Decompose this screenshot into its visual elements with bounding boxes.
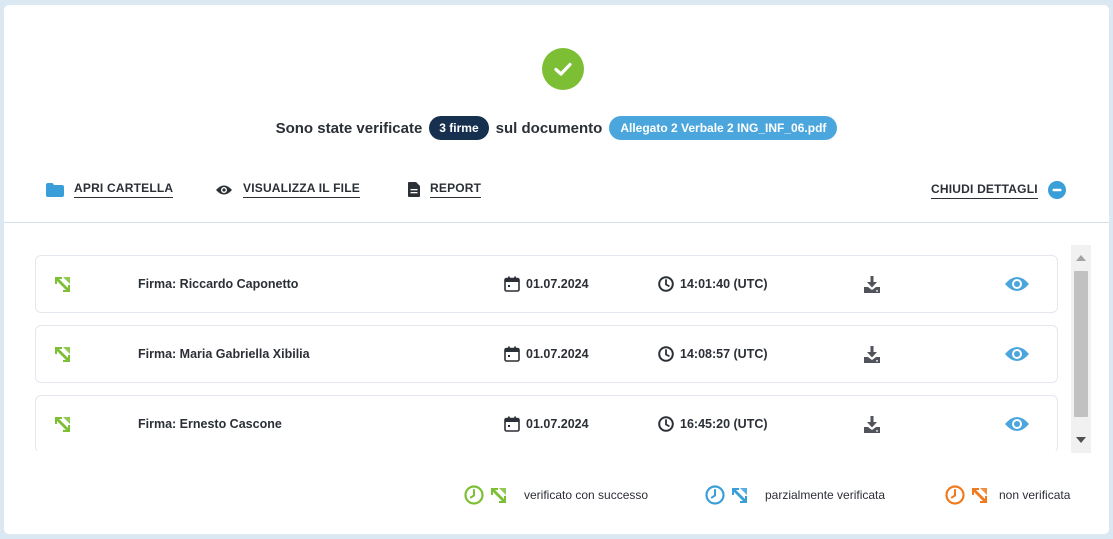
signature-partial-icon — [732, 488, 747, 503]
toolbar: APRI CARTELLA VISUALIZZA IL FILE REPORT … — [4, 177, 1109, 207]
scroll-down-arrow-icon[interactable] — [1076, 437, 1086, 443]
calendar-icon — [504, 346, 520, 362]
signature-label: Firma: Ernesto Cascone — [138, 417, 282, 431]
close-details-label: CHIUDI DETTAGLI — [931, 182, 1038, 199]
view-signature-button[interactable] — [1004, 256, 1030, 312]
report-label: REPORT — [430, 181, 482, 198]
scrollbar-thumb[interactable] — [1074, 271, 1088, 417]
legend-partial-label: parzialmente verificata — [765, 488, 886, 502]
signatures-count-badge: 3 firme — [429, 116, 489, 140]
eye-icon — [1005, 417, 1029, 431]
signature-row: Firma: Riccardo Caponetto 01.07.2024 14:… — [35, 255, 1058, 313]
calendar-icon — [504, 276, 520, 292]
download-icon — [864, 275, 880, 293]
close-details-button[interactable]: CHIUDI DETTAGLI — [931, 181, 1066, 199]
clock-partial-icon — [705, 485, 725, 505]
calendar-icon — [504, 416, 520, 432]
signature-failed-icon — [972, 488, 987, 503]
signature-time: 14:08:57 (UTC) — [658, 326, 768, 382]
date-text: 01.07.2024 — [526, 277, 589, 291]
eye-icon — [1005, 277, 1029, 291]
signature-label: Firma: Riccardo Caponetto — [138, 277, 299, 291]
legend-success-label: verificato con successo — [524, 488, 649, 502]
download-button[interactable] — [864, 326, 880, 382]
signature-row: Firma: Maria Gabriella Xibilia 01.07.202… — [35, 325, 1058, 383]
date-text: 01.07.2024 — [526, 347, 589, 361]
verified-signature-icon — [54, 396, 72, 451]
open-folder-label: APRI CARTELLA — [74, 181, 174, 198]
summary-prefix: Sono state verificate — [275, 119, 423, 137]
success-check-icon — [542, 48, 584, 90]
legend-success: verificato con successo — [464, 485, 648, 505]
signature-success-icon — [491, 488, 506, 503]
signature-date: 01.07.2024 — [504, 256, 589, 312]
time-text: 14:01:40 (UTC) — [680, 277, 768, 291]
signature-date: 01.07.2024 — [504, 396, 589, 451]
list-scrollbar[interactable] — [1071, 245, 1091, 453]
clock-success-icon — [464, 485, 484, 505]
time-text: 14:08:57 (UTC) — [680, 347, 768, 361]
legend-partial: parzialmente verificata — [705, 485, 885, 505]
legend-failed: non verificata — [945, 485, 1070, 505]
verification-summary: Sono state verificate 3 firme sul docume… — [4, 116, 1109, 140]
summary-middle: sul documento — [495, 119, 603, 137]
scroll-up-arrow-icon[interactable] — [1076, 255, 1086, 261]
clock-failed-icon — [945, 485, 965, 505]
signature-list: Firma: Riccardo Caponetto 01.07.2024 14:… — [35, 255, 1059, 451]
view-file-label: VISUALIZZA IL FILE — [243, 181, 360, 198]
document-icon — [408, 182, 420, 197]
verified-signature-icon — [54, 256, 72, 312]
clock-icon — [658, 346, 674, 362]
signature-time: 14:01:40 (UTC) — [658, 256, 768, 312]
document-name-badge: Allegato 2 Verbale 2 ING_INF_06.pdf — [609, 116, 838, 140]
date-text: 01.07.2024 — [526, 417, 589, 431]
minus-circle-icon — [1047, 181, 1066, 199]
open-folder-button[interactable]: APRI CARTELLA — [46, 181, 174, 198]
divider — [4, 222, 1109, 223]
report-button[interactable]: REPORT — [408, 181, 482, 198]
eye-icon — [1005, 347, 1029, 361]
clock-icon — [658, 416, 674, 432]
view-signature-button[interactable] — [1004, 396, 1030, 451]
download-button[interactable] — [864, 256, 880, 312]
view-signature-button[interactable] — [1004, 326, 1030, 382]
eye-icon — [216, 185, 232, 194]
download-icon — [864, 415, 880, 433]
signature-date: 01.07.2024 — [504, 326, 589, 382]
signature-row: Firma: Ernesto Cascone 01.07.2024 16:45:… — [35, 395, 1058, 451]
verified-signature-icon — [54, 326, 72, 382]
folder-icon — [46, 182, 64, 197]
verification-card: Sono state verificate 3 firme sul docume… — [3, 4, 1110, 535]
signature-label: Firma: Maria Gabriella Xibilia — [138, 347, 310, 361]
signature-time: 16:45:20 (UTC) — [658, 396, 768, 451]
legend-failed-label: non verificata — [999, 488, 1071, 502]
download-button[interactable] — [864, 396, 880, 451]
time-text: 16:45:20 (UTC) — [680, 417, 768, 431]
clock-icon — [658, 276, 674, 292]
view-file-button[interactable]: VISUALIZZA IL FILE — [215, 181, 360, 198]
download-icon — [864, 345, 880, 363]
